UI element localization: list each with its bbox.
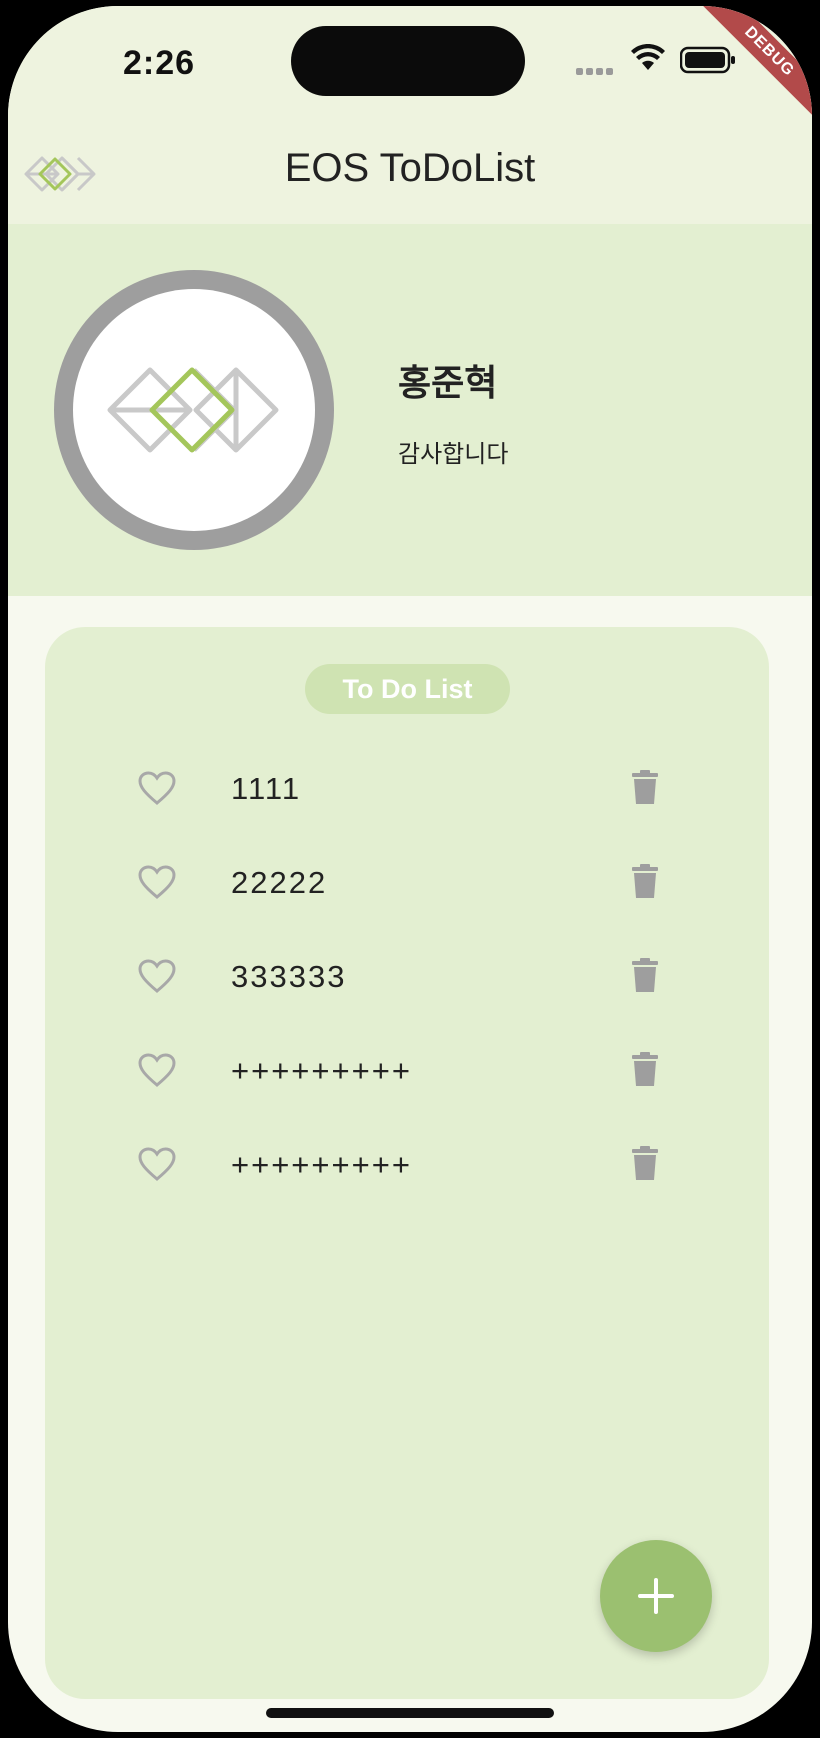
app-title: EOS ToDoList [284,146,536,190]
list-item: 22222 [45,849,769,919]
todo-text: 333333 [231,959,347,994]
heart-icon[interactable] [137,958,177,994]
wifi-icon [631,44,665,70]
section-title: To Do List [305,664,510,714]
trash-icon[interactable] [631,1145,659,1181]
heart-icon[interactable] [137,864,177,900]
dynamic-island [291,26,525,96]
avatar [54,270,334,550]
home-indicator[interactable] [266,1708,554,1718]
add-todo-button[interactable] [600,1540,712,1652]
todo-text: 22222 [231,865,328,900]
list-item: 1111 [45,755,769,825]
eos-logo-icon [107,367,279,453]
trash-icon[interactable] [631,769,659,805]
plus-icon [638,1578,674,1614]
app-bar: EOS ToDoList [8,124,812,224]
phone-screen: 2:26 DEBUG EOS ToDoList 홍준혁 감사합니다 To Do … [8,6,812,1732]
heart-icon[interactable] [137,1052,177,1088]
heart-icon[interactable] [137,1146,177,1182]
heart-icon[interactable] [137,770,177,806]
list-item: 333333 [45,943,769,1013]
todo-text: +++++++++ [231,1053,412,1088]
profile-message: 감사합니다 [398,440,509,468]
profile-name: 홍준혁 [398,363,498,404]
status-time: 2:26 [123,44,196,82]
list-item: +++++++++ [45,1037,769,1107]
todo-text: 1111 [231,771,302,806]
list-item: +++++++++ [45,1131,769,1201]
cellular-signal-icon [576,62,616,80]
trash-icon[interactable] [631,957,659,993]
profile-header: 홍준혁 감사합니다 [8,224,812,596]
battery-icon [680,46,735,74]
trash-icon[interactable] [631,1051,659,1087]
trash-icon[interactable] [631,863,659,899]
todo-text: +++++++++ [231,1147,412,1182]
todo-card: To Do List 1111 22222 333333 +++++++++ +… [45,627,769,1699]
status-bar: 2:26 DEBUG [8,6,812,130]
